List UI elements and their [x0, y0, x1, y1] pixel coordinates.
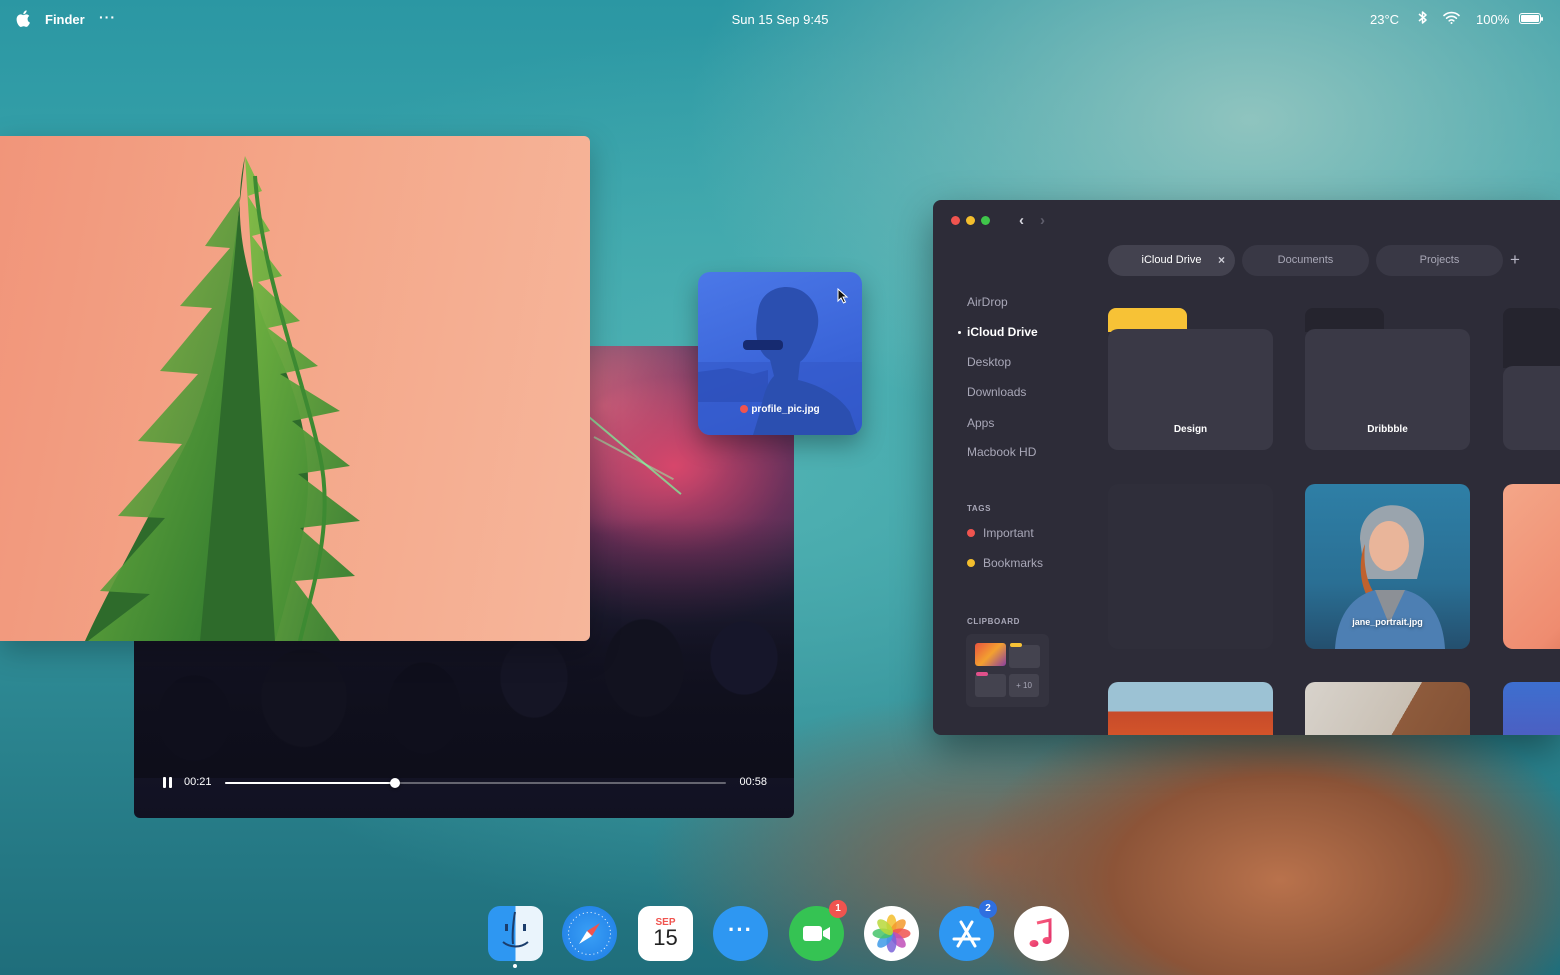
tag-important[interactable]: Important: [967, 526, 1034, 540]
current-time: 00:21: [184, 776, 212, 788]
app-menu-finder[interactable]: Finder: [45, 12, 85, 27]
file-tile-building[interactable]: [1305, 682, 1470, 735]
stage-light: [588, 416, 682, 495]
tags-section-title: TAGS: [967, 504, 992, 513]
clipboard-folder-flap: [1010, 643, 1022, 647]
clipboard-more-count[interactable]: + 10: [1009, 674, 1039, 697]
clipboard-section-title: CLIPBOARD: [967, 617, 1020, 626]
folder-dribbble[interactable]: Dribbble: [1305, 308, 1470, 451]
clipboard-item[interactable]: [1009, 645, 1040, 668]
weather-temperature[interactable]: 23°C: [1370, 12, 1399, 27]
chat-bubble-dots-icon: ···: [728, 917, 753, 942]
menu-bar: Finder ··· Sun 15 Sep 9:45 23°C 100%: [0, 0, 1560, 38]
folder-tab: [1503, 308, 1560, 368]
tag-bookmarks[interactable]: Bookmarks: [967, 556, 1043, 570]
tag-color-dot: [967, 559, 975, 567]
tag-label: Important: [983, 526, 1034, 540]
clipboard-item[interactable]: [975, 643, 1006, 666]
tag-color-dot: [967, 529, 975, 537]
music-note-icon: [1029, 918, 1052, 947]
plant-photo-window[interactable]: [0, 136, 590, 641]
sidebar-item-icloud-drive[interactable]: iCloud Drive: [958, 325, 1038, 339]
video-progress-fill: [225, 782, 396, 784]
video-scrubber-handle[interactable]: [390, 778, 401, 788]
sidebar-item-desktop[interactable]: Desktop: [967, 355, 1011, 369]
tab-label: Projects: [1419, 254, 1460, 266]
battery-percentage[interactable]: 100%: [1476, 12, 1509, 27]
folder-body: [1503, 366, 1560, 450]
file-tile-empty[interactable]: [1108, 484, 1273, 649]
tag-label: Bookmarks: [983, 556, 1044, 570]
notification-badge: 2: [979, 900, 997, 918]
clipboard-item[interactable]: [975, 674, 1006, 697]
finder-face-icon: [502, 911, 529, 948]
battery-level: [1521, 15, 1539, 22]
tab-documents[interactable]: Documents: [1242, 245, 1369, 276]
close-tab-icon[interactable]: ×: [1218, 245, 1225, 276]
calendar-day: 15: [653, 925, 678, 950]
video-controls: 00:21 00:58: [134, 758, 794, 818]
finder-running-indicator: [513, 964, 517, 968]
safari-icon[interactable]: [562, 906, 617, 961]
file-tile-partial-2[interactable]: [1503, 682, 1560, 735]
forward-arrow-icon[interactable]: ›: [1040, 212, 1045, 229]
compass-icon: [568, 912, 611, 955]
stage-light: [593, 436, 674, 481]
more-menu-icon[interactable]: ···: [99, 9, 116, 25]
battery-icon[interactable]: [1519, 13, 1543, 24]
facetime-icon[interactable]: 1: [789, 900, 847, 961]
calendar-icon[interactable]: SEP 15: [638, 906, 693, 961]
music-icon[interactable]: [1014, 906, 1069, 961]
folder-name: Design: [1173, 424, 1208, 435]
notification-badge: 1: [829, 900, 847, 918]
sidebar-item-downloads[interactable]: Downloads: [967, 385, 1026, 399]
wifi-icon[interactable]: [1443, 11, 1460, 24]
folder-name: Dribbble: [1367, 424, 1408, 435]
sidebar-item-apps[interactable]: Apps: [967, 416, 994, 430]
mouse-cursor-icon: [837, 288, 849, 304]
finder-icon[interactable]: [488, 906, 543, 961]
close-window-button[interactable]: [951, 216, 960, 225]
tab-label: Documents: [1277, 254, 1334, 266]
clipboard-panel[interactable]: + 10: [966, 634, 1049, 707]
total-time: 00:58: [739, 776, 767, 788]
plant-image: [85, 156, 360, 641]
finder-window[interactable]: ‹ › iCloud Drive × Documents Projects + …: [933, 200, 1560, 735]
file-name: jane_portrait.jpg: [1352, 617, 1423, 627]
minimize-window-button[interactable]: [966, 216, 975, 225]
app-store-icon[interactable]: 2: [939, 900, 997, 961]
photos-icon[interactable]: [864, 906, 919, 961]
new-tab-plus-icon[interactable]: +: [1510, 250, 1520, 270]
dragged-file-label: profile_pic.jpg: [698, 404, 862, 415]
file-tile-architecture[interactable]: [1108, 682, 1273, 735]
zoom-window-button[interactable]: [981, 216, 990, 225]
file-tile-jane-portrait[interactable]: jane_portrait.jpg: [1305, 484, 1470, 649]
tag-dot-icon: [740, 405, 749, 413]
file-tile-partial[interactable]: [1503, 484, 1560, 649]
tab-projects[interactable]: Projects: [1376, 245, 1503, 276]
menubar-clock[interactable]: Sun 15 Sep 9:45: [732, 12, 829, 27]
tab-icloud-drive[interactable]: iCloud Drive ×: [1108, 245, 1235, 276]
bluetooth-icon[interactable]: [1418, 10, 1428, 25]
tab-label: iCloud Drive: [1141, 254, 1202, 266]
sidebar-item-airdrop[interactable]: AirDrop: [967, 295, 1008, 309]
video-progress-bar[interactable]: [225, 778, 726, 788]
folder-design[interactable]: Design: [1108, 308, 1273, 451]
back-arrow-icon[interactable]: ‹: [1019, 212, 1024, 229]
pause-button[interactable]: [162, 777, 174, 789]
messages-icon[interactable]: ···: [713, 906, 768, 961]
flower-petals-icon: [872, 914, 911, 953]
clipboard-folder-flap: [976, 672, 988, 676]
dragged-file-name: profile_pic.jpg: [751, 404, 820, 415]
folder-partial[interactable]: [1503, 308, 1560, 451]
apple-icon[interactable]: [16, 10, 30, 27]
sidebar-item-macbook-hd[interactable]: Macbook HD: [967, 445, 1036, 459]
